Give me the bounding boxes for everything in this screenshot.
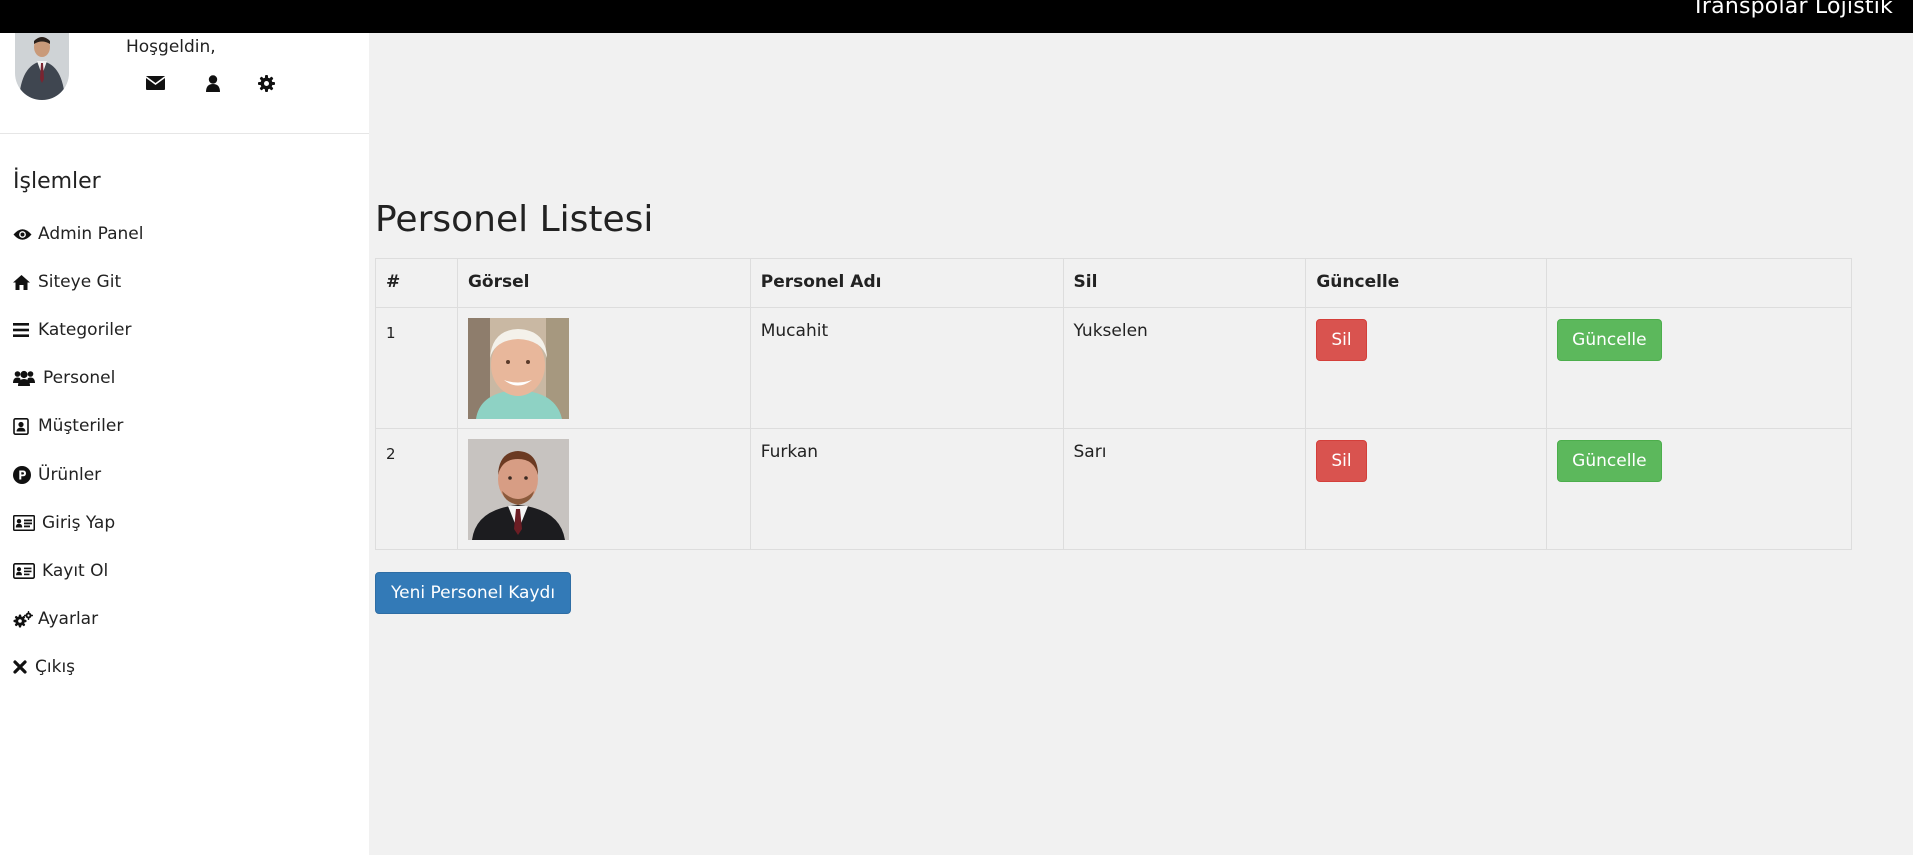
brand-title[interactable]: Transpolar Lojistik [1692, 0, 1894, 19]
users-icon [13, 370, 40, 386]
envelope-icon[interactable] [146, 75, 165, 91]
sidebar-item-label: Müşteriler [38, 416, 124, 436]
sidebar-item-kayit-ol[interactable]: Kayıt Ol [13, 557, 108, 585]
personnel-name: Mucahit [749, 307, 1064, 429]
sidebar-item-kategoriler[interactable]: Kategoriler [13, 316, 131, 344]
sidebar-item-siteye-git[interactable]: Siteye Git [13, 268, 121, 296]
row-number: 1 [375, 307, 458, 429]
sidebar-item-label: Siteye Git [38, 272, 122, 292]
welcome-text: Hoşgeldin, [126, 37, 216, 57]
id-card-outline-icon [13, 563, 39, 579]
column-header-name: Personel Adı [749, 258, 1064, 308]
personnel-table: # Görsel Personel Adı Sil Güncelle 1 Muc… [375, 258, 1852, 550]
table-header-row: # Görsel Personel Adı Sil Güncelle [375, 258, 1852, 308]
new-personnel-button[interactable]: Yeni Personel Kaydı [375, 572, 572, 614]
sidebar-item-admin-panel[interactable]: Admin Panel [13, 220, 143, 248]
menu-title: İşlemler [13, 169, 101, 194]
gear-icon[interactable] [258, 75, 275, 92]
page-title: Personel Listesi [375, 199, 654, 240]
sidebar-item-label: Kategoriler [38, 320, 132, 340]
table-row: 1 Mucahit Yukselen Sil Güncelle [375, 307, 1852, 429]
update-button[interactable]: Güncelle [1557, 440, 1662, 482]
update-button[interactable]: Güncelle [1557, 319, 1662, 361]
product-hunt-icon [13, 466, 35, 484]
sidebar-item-label: Personel [43, 368, 116, 388]
sidebar-item-label: Admin Panel [38, 224, 144, 244]
personnel-surname: Sarı [1062, 428, 1307, 550]
id-card-icon [13, 515, 39, 531]
avatar [15, 33, 69, 100]
sidebar-item-label: Giriş Yap [42, 513, 116, 533]
delete-button[interactable]: Sil [1316, 440, 1367, 482]
delete-cell: Sil [1305, 307, 1548, 429]
column-header-delete: Sil [1062, 258, 1307, 308]
sidebar-item-label: Ayarlar [38, 609, 99, 629]
column-header-image: Görsel [456, 258, 751, 308]
sidebar-item-ayarlar[interactable]: Ayarlar [13, 605, 98, 633]
personnel-name: Furkan [749, 428, 1064, 550]
personnel-photo [467, 318, 569, 419]
update-cell: Güncelle [1546, 307, 1852, 429]
photo-cell [456, 307, 751, 429]
table-row: 2 Furkan Sarı Sil Güncelle [375, 428, 1852, 550]
user-panel: Hoşgeldin, [0, 33, 369, 134]
row-number: 2 [375, 428, 458, 550]
column-header-empty [1546, 258, 1852, 308]
column-header-update: Güncelle [1305, 258, 1548, 308]
times-icon [13, 660, 32, 674]
delete-cell: Sil [1305, 428, 1548, 550]
home-icon [13, 274, 35, 290]
gears-icon [13, 610, 35, 628]
column-header-number: # [375, 258, 458, 308]
top-navbar: Transpolar Lojistik [0, 0, 1913, 33]
sidebar-item-musteriler[interactable]: Müşteriler [13, 412, 123, 440]
sidebar-item-personel[interactable]: Personel [13, 364, 115, 392]
sidebar: Hoşgeldin, İşlemler Admin Panel Siteye G… [0, 33, 369, 855]
photo-cell [456, 428, 751, 550]
address-book-icon [13, 417, 35, 435]
personnel-surname: Yukselen [1062, 307, 1307, 429]
sidebar-item-giris-yap[interactable]: Giriş Yap [13, 509, 115, 537]
sidebar-item-label: Çıkış [35, 657, 76, 677]
sidebar-item-label: Ürünler [38, 465, 102, 485]
eye-icon [13, 228, 35, 241]
user-icon[interactable] [206, 75, 220, 92]
personnel-photo [467, 439, 569, 540]
sidebar-item-label: Kayıt Ol [42, 561, 109, 581]
delete-button[interactable]: Sil [1316, 319, 1367, 361]
sidebar-item-cikis[interactable]: Çıkış [13, 653, 75, 681]
update-cell: Güncelle [1546, 428, 1852, 550]
bars-icon [13, 323, 35, 337]
sidebar-item-urunler[interactable]: Ürünler [13, 461, 101, 489]
